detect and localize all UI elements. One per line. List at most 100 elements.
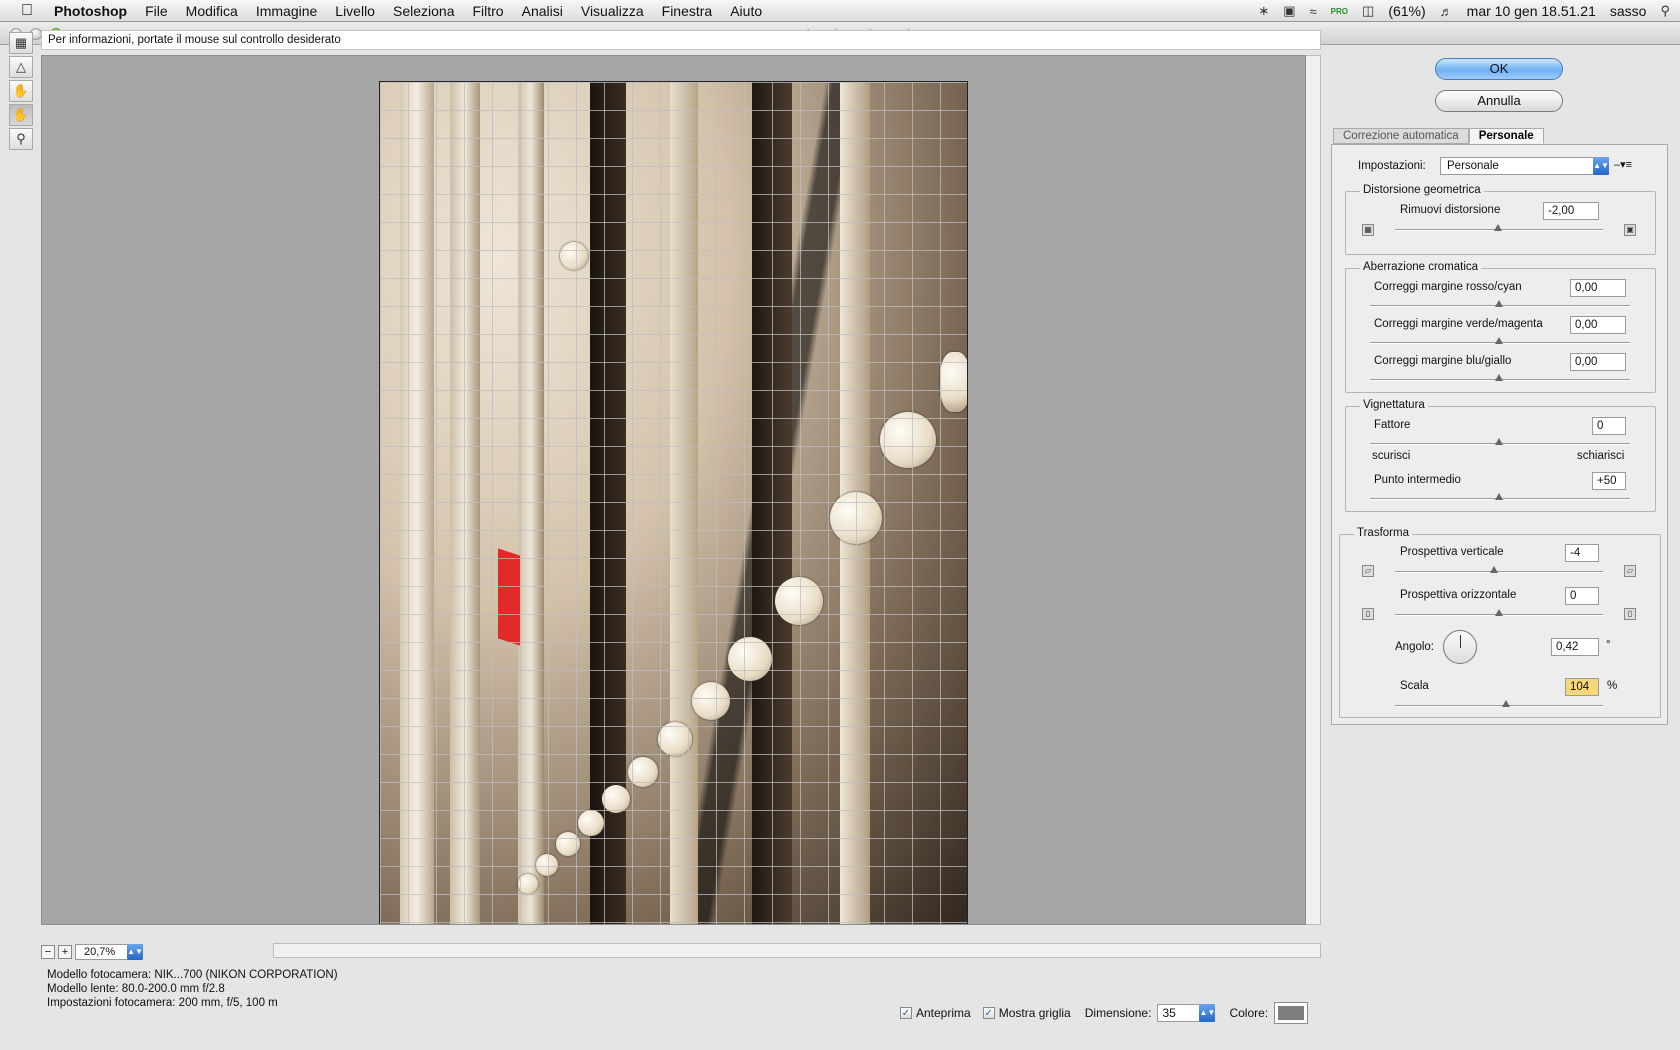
camera-settings: Impostazioni fotocamera: 200 mm, f/5, 10… (47, 997, 278, 1009)
settings-value: Personale (1447, 160, 1499, 172)
horizontal-perspective-field[interactable]: 0 (1565, 587, 1599, 605)
angle-field[interactable]: 0,42 (1551, 638, 1599, 656)
barrel-icon: ▣ (1624, 224, 1636, 236)
apple-icon[interactable]:  (18, 2, 36, 20)
remove-distortion-label: Rimuovi distorsione (1400, 204, 1501, 216)
horizontal-perspective-label: Prospettiva orizzontale (1400, 589, 1517, 601)
menu-immagine[interactable]: Immagine (247, 3, 326, 19)
chevron-updown-icon: ▲▼ (1199, 1004, 1216, 1022)
zoom-level-select[interactable]: 20,7% ▲▼ (75, 944, 143, 960)
cancel-button[interactable]: Annulla (1435, 90, 1563, 112)
green-magenta-thumb[interactable] (1495, 337, 1503, 344)
vignette-amount-thumb[interactable] (1495, 438, 1503, 445)
menu-bar:  Photoshop File Modifica Immagine Livel… (0, 0, 1680, 22)
zoom-in-button[interactable]: + (58, 945, 72, 959)
blue-yellow-thumb[interactable] (1495, 374, 1503, 381)
hand-tool-icon[interactable]: ✋ (9, 104, 33, 126)
show-grid-label: Mostra griglia (998, 1006, 1071, 1020)
zoom-out-button[interactable]: − (41, 945, 55, 959)
remove-distortion-field[interactable]: -2,00 (1543, 202, 1599, 220)
red-cyan-label: Correggi margine rosso/cyan (1374, 281, 1522, 293)
preview-photo (379, 81, 968, 924)
tab-bar: Correzione automatica Personale (1333, 128, 1544, 144)
settings-select[interactable]: Personale ▲▼ (1440, 157, 1609, 175)
vertical-perspective-field[interactable]: -4 (1565, 544, 1599, 562)
preview-checkbox[interactable]: ✓ (900, 1007, 912, 1019)
menu-livello[interactable]: Livello (326, 3, 384, 19)
info-bar: Per informazioni, portate il mouse sul c… (41, 30, 1321, 50)
green-magenta-label: Correggi margine verde/magenta (1374, 318, 1543, 330)
red-cyan-field[interactable]: 0,00 (1570, 279, 1626, 297)
tab-auto-correction[interactable]: Correzione automatica (1333, 128, 1469, 144)
battery-percent: (61%) (1388, 3, 1426, 19)
grid-size-select[interactable]: 35 ▲▼ (1157, 1004, 1216, 1022)
display-icon[interactable]: ▣ (1283, 3, 1295, 19)
preview-label: Anteprima (916, 1006, 971, 1020)
scale-label: Scala (1400, 680, 1429, 692)
lens-model: Modello lente: 80.0-200.0 mm f/2.8 (47, 983, 225, 995)
horizontal-perspective-thumb[interactable] (1495, 609, 1503, 616)
distortion-group (1345, 191, 1656, 255)
perspective-horizontal-left-icon: ▯ (1362, 608, 1374, 620)
pincushion-icon: ▦ (1362, 224, 1374, 236)
vignette-amount-label: Fattore (1374, 419, 1411, 431)
zoom-tool-icon[interactable]: ⚲ (9, 128, 33, 150)
blue-yellow-label: Correggi margine blu/giallo (1374, 355, 1512, 367)
vertical-perspective-slider[interactable] (1395, 571, 1603, 573)
menu-modifica[interactable]: Modifica (177, 3, 247, 19)
grid-color-fill (1278, 1006, 1305, 1020)
battery-icon[interactable]: ◫ (1362, 3, 1374, 19)
scale-thumb[interactable] (1502, 700, 1510, 707)
chevron-updown-icon: ▲▼ (1593, 157, 1609, 175)
volume-icon[interactable]: ♬ (1440, 4, 1453, 19)
preview-area[interactable] (41, 55, 1306, 925)
angle-unit: ° (1606, 639, 1611, 651)
menu-finestra[interactable]: Finestra (653, 3, 722, 19)
midpoint-label: Punto intermedio (1374, 474, 1461, 486)
menu-file[interactable]: File (136, 3, 177, 19)
camera-info: Modello fotocamera: NIK...700 (NIKON COR… (47, 968, 338, 1010)
midpoint-field[interactable]: +50 (1592, 472, 1626, 490)
vertical-scrollbar[interactable] (1306, 55, 1321, 925)
scale-slider[interactable] (1395, 705, 1603, 707)
green-magenta-field[interactable]: 0,00 (1570, 316, 1626, 334)
lighten-label: schiarisci (1577, 450, 1625, 462)
menu-analisi[interactable]: Analisi (513, 3, 572, 19)
menu-seleziona[interactable]: Seleziona (384, 3, 464, 19)
midpoint-thumb[interactable] (1495, 493, 1503, 500)
remove-distortion-tool-icon[interactable]: ▦ (9, 32, 33, 54)
clock[interactable]: mar 10 gen 18.51.21 (1467, 3, 1596, 19)
settings-menu-icon[interactable]: –▾≡ (1614, 158, 1632, 171)
menu-visualizza[interactable]: Visualizza (572, 3, 653, 19)
angle-dial[interactable] (1443, 630, 1477, 664)
grid-color-swatch[interactable] (1274, 1002, 1309, 1024)
straighten-tool-icon[interactable]: △ (9, 56, 33, 78)
spotlight-search-icon[interactable]: ⚲ (1660, 3, 1670, 19)
menu-filtro[interactable]: Filtro (463, 3, 512, 19)
menu-aiuto[interactable]: Aiuto (721, 3, 771, 19)
grid-color-label: Colore: (1229, 1006, 1269, 1020)
scale-unit: % (1607, 680, 1618, 692)
scale-field[interactable]: 104 (1565, 678, 1599, 696)
darken-label: scurisci (1372, 450, 1411, 462)
vertical-perspective-thumb[interactable] (1490, 566, 1498, 573)
wifi-icon[interactable]: ≈ (1310, 4, 1317, 19)
vignette-amount-field[interactable]: 0 (1592, 417, 1626, 435)
move-grid-tool-icon[interactable]: ✋ (9, 80, 33, 102)
remove-distortion-thumb[interactable] (1494, 224, 1502, 231)
user-name[interactable]: sasso (1610, 3, 1647, 19)
transform-title: Trasforma (1354, 527, 1412, 539)
chevron-updown-icon: ▲▼ (127, 944, 143, 960)
menu-app[interactable]: Photoshop (50, 3, 136, 19)
tab-custom[interactable]: Personale (1468, 128, 1544, 144)
grid-size-label: Dimensione: (1084, 1006, 1152, 1020)
flag-icon[interactable]: PRO (1331, 7, 1348, 16)
bluetooth-icon[interactable]: ∗ (1258, 3, 1269, 19)
horizontal-scrollbar[interactable] (273, 943, 1321, 958)
bottom-controls: ✓ Anteprima ✓ Mostra griglia Dimensione:… (900, 1002, 1309, 1024)
show-grid-checkbox[interactable]: ✓ (982, 1007, 995, 1019)
ok-button[interactable]: OK (1435, 58, 1563, 80)
blue-yellow-field[interactable]: 0,00 (1570, 353, 1626, 371)
red-cyan-thumb[interactable] (1495, 300, 1503, 307)
vignette-title: Vignettatura (1360, 399, 1428, 411)
